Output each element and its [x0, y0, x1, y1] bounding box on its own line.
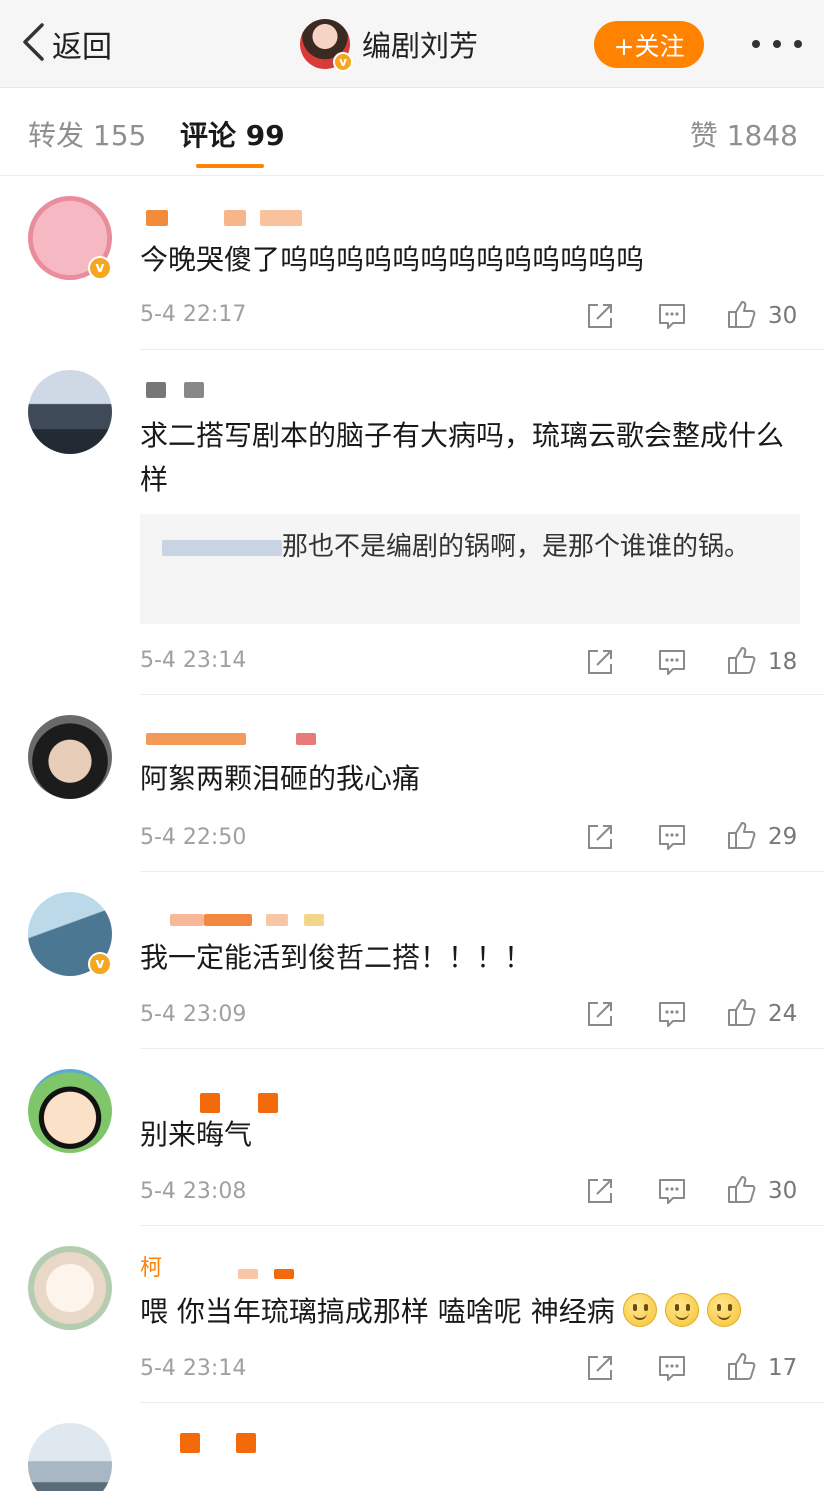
smile-emoji-icon: [706, 1293, 741, 1327]
like-button[interactable]: 30: [726, 298, 802, 334]
share-icon[interactable]: [584, 1352, 616, 1384]
commenter-name[interactable]: [140, 376, 204, 404]
commenter-avatar[interactable]: v: [28, 892, 112, 976]
commenter-avatar[interactable]: [28, 1423, 112, 1491]
chevron-left-icon: [20, 22, 46, 66]
commenter-avatar[interactable]: v: [28, 196, 112, 280]
verified-badge-icon: v: [88, 256, 112, 280]
comment-divider: [140, 1048, 824, 1049]
smile-emoji-icon: [622, 1293, 657, 1327]
like-count: 30: [768, 303, 798, 329]
comment-divider: [140, 1225, 824, 1226]
comment-icon[interactable]: [656, 300, 688, 332]
comment-divider: [140, 349, 824, 350]
comment-icon[interactable]: [656, 821, 688, 853]
thumbs-up-icon: [726, 1350, 758, 1386]
comment-text: 喂 你当年琉璃搞成那样 嗑啥呢 神经病: [140, 1290, 800, 1334]
comment-text: 求二搭写剧本的脑子有大病吗，琉璃云歌会整成什么样: [140, 419, 785, 496]
share-icon[interactable]: [584, 646, 616, 678]
commenter-avatar[interactable]: [28, 715, 112, 799]
thumbs-up-icon: [726, 819, 758, 855]
comment-actions: 18: [584, 644, 802, 680]
comment-time: 5-4 22:50: [140, 825, 247, 850]
top-nav-bar: 返回 v 编剧刘芳 +关注: [0, 0, 824, 88]
tab-like[interactable]: 赞 1848: [690, 114, 798, 154]
comment-actions: 30: [584, 1173, 802, 1209]
comment-time: 5-4 23:14: [140, 648, 247, 673]
comment-time: 5-4 23:14: [140, 1356, 247, 1381]
share-icon[interactable]: [584, 821, 616, 853]
tab-comment[interactable]: 评论 99: [180, 114, 285, 154]
back-button[interactable]: 返回: [20, 22, 112, 66]
comment-actions: 29: [584, 819, 802, 855]
like-count: 17: [768, 1355, 798, 1381]
comment-text: 阿絮两颗泪砸的我心痛: [140, 762, 421, 795]
share-icon[interactable]: [584, 300, 616, 332]
like-count: 18: [768, 649, 798, 675]
like-count: 30: [768, 1178, 798, 1204]
smile-emoji-icon: [664, 1293, 699, 1327]
comment-item: [0, 1403, 824, 1491]
thumbs-up-icon: [726, 1173, 758, 1209]
like-count: 24: [768, 1001, 798, 1027]
commenter-avatar[interactable]: [28, 370, 112, 454]
like-button[interactable]: 29: [726, 819, 802, 855]
like-count: 29: [768, 824, 798, 850]
comment-text: 别来晦气: [140, 1118, 253, 1151]
comment-actions: 17: [584, 1350, 802, 1386]
comment-text: 今晚哭傻了呜呜呜呜呜呜呜呜呜呜呜呜呜: [140, 243, 645, 276]
active-tab-indicator: [196, 164, 264, 168]
like-button[interactable]: 17: [726, 1350, 802, 1386]
comment-icon[interactable]: [656, 1352, 688, 1384]
more-options-icon[interactable]: [752, 30, 802, 58]
post-author[interactable]: v 编剧刘芳: [300, 18, 478, 72]
reply-user-mask: [162, 540, 282, 556]
back-label: 返回: [52, 30, 112, 65]
commenter-name[interactable]: [140, 204, 302, 232]
commenter-name[interactable]: [140, 725, 316, 753]
thumbs-up-icon: [726, 996, 758, 1032]
share-icon[interactable]: [584, 1175, 616, 1207]
like-button[interactable]: 30: [726, 1173, 802, 1209]
comment-divider: [140, 694, 824, 695]
commenter-name[interactable]: [140, 906, 324, 934]
thumbs-up-icon: [726, 298, 758, 334]
comment-divider: [140, 871, 824, 872]
comment-text-body: 喂 你当年琉璃搞成那样 嗑啥呢 神经病: [140, 1295, 615, 1328]
comment-icon[interactable]: [656, 1175, 688, 1207]
comment-text: 我一定能活到俊哲二搭！！！！: [140, 941, 533, 974]
commenter-name[interactable]: [140, 1429, 256, 1457]
thumbs-up-icon: [726, 644, 758, 680]
like-button[interactable]: 24: [726, 996, 802, 1032]
follow-button[interactable]: +关注: [594, 21, 704, 68]
verified-badge-icon: v: [88, 952, 112, 976]
comment-time: 5-4 23:08: [140, 1179, 247, 1204]
author-avatar[interactable]: v: [300, 19, 353, 72]
commenter-name[interactable]: 柯: [140, 1252, 295, 1281]
comment-icon[interactable]: [656, 998, 688, 1030]
reply-text: 那也不是编剧的锅啊，是那个谁谁的锅。: [282, 532, 751, 562]
verified-badge-icon: v: [333, 52, 353, 72]
author-name[interactable]: 编剧刘芳: [362, 23, 478, 65]
reply-preview[interactable]: 那也不是编剧的锅啊，是那个谁谁的锅。: [140, 514, 800, 624]
commenter-avatar[interactable]: [28, 1069, 112, 1153]
comment-time: 5-4 22:17: [140, 302, 247, 327]
comment-actions: 30: [584, 298, 802, 334]
commenter-avatar[interactable]: [28, 1246, 112, 1330]
comment-time: 5-4 23:09: [140, 1002, 247, 1027]
share-icon[interactable]: [584, 998, 616, 1030]
comment-actions: 24: [584, 996, 802, 1032]
like-button[interactable]: 18: [726, 644, 802, 680]
comment-icon[interactable]: [656, 646, 688, 678]
tab-repost[interactable]: 转发 155: [28, 114, 146, 154]
comment-tabs: 转发 155 评论 99 赞 1848: [0, 88, 824, 176]
